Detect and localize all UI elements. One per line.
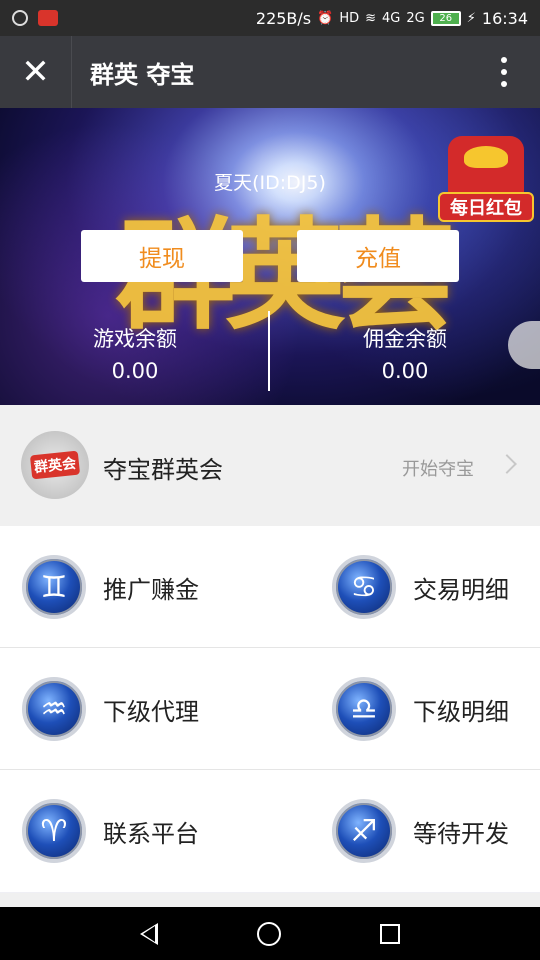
transaction-detail-item[interactable]: ♋ 交易明细 [310,526,540,648]
function-grid: ♊ 推广赚金 ♋ 交易明细 ♒ 下级代理 ♎ 下级明细 ♈ 联系平台 ♐ 等待开… [0,526,540,892]
close-button[interactable]: ✕ [0,36,72,108]
promote-earn-item[interactable]: ♊ 推广赚金 [0,526,270,648]
battery-icon: 26 [430,10,461,26]
title-bar: ✕ 群英 夺宝 [0,36,540,108]
grid-row: ♊ 推广赚金 ♋ 交易明细 [0,526,540,648]
coming-soon-item[interactable]: ♐ 等待开发 [310,770,540,892]
commission-balance-value: 0.00 [381,359,429,383]
grid-item-label: 下级明细 [413,698,509,726]
more-vertical-icon [501,57,507,87]
back-icon[interactable] [139,922,158,945]
battery-level: 26 [439,12,453,24]
grid-item-label: 交易明细 [413,576,509,604]
sub-detail-item[interactable]: ♎ 下级明细 [310,648,540,770]
grid-item-label: 等待开发 [413,820,509,848]
grid-row: ♈ 联系平台 ♐ 等待开发 [0,770,540,892]
group-logo-icon: 群英会 [21,431,89,499]
page-title: 群英 夺宝 [90,60,195,89]
sub-agent-item[interactable]: ♒ 下级代理 [0,648,270,770]
signal-4g-icon: 4G [382,10,401,26]
clock: 16:34 [481,8,528,28]
system-nav-bar [0,907,540,960]
status-right: 225B/s ⏰ HD ≋ 4G 2G 26 ⚡ 16:34 [256,9,528,28]
grid-row: ♒ 下级代理 ♎ 下级明细 [0,648,540,770]
treasure-entry-row[interactable]: 群英会 夺宝群英会 开始夺宝 [0,405,540,526]
charging-icon: ⚡ [466,10,476,26]
recent-apps-icon[interactable] [380,923,401,944]
game-balance-label: 游戏余额 [93,327,177,351]
gold-coins-icon [464,146,508,168]
withdraw-button[interactable]: 提现 [81,230,243,282]
status-left [12,10,58,26]
grid-item-label: 推广赚金 [103,576,199,604]
home-icon[interactable] [256,921,281,946]
entry-action: 开始夺宝 [402,459,474,480]
chevron-right-icon [497,454,517,474]
libra-icon: ♎ [332,677,396,741]
commission-balance-label: 佣金余额 [363,327,447,351]
sagittarius-icon: ♐ [332,799,396,863]
grid-item-label: 下级代理 [103,698,199,726]
red-packet-label: 每日红包 [438,192,534,222]
status-bar: 225B/s ⏰ HD ≋ 4G 2G 26 ⚡ 16:34 [0,0,540,36]
contact-platform-item[interactable]: ♈ 联系平台 [0,770,270,892]
network-speed: 225B/s [255,8,312,28]
close-icon: ✕ [21,52,50,92]
daily-red-packet-button[interactable]: 每日红包 [438,136,534,224]
game-balance: 游戏余额 0.00 [0,323,270,383]
grid-footer [0,893,540,907]
aquarius-icon: ♒ [22,677,86,741]
grid-item-label: 联系平台 [103,820,199,848]
more-button[interactable] [468,36,540,108]
wifi-icon: ≋ [365,10,377,26]
group-logo-text: 群英会 [29,450,81,480]
hd-icon: HD [339,10,360,26]
game-balance-value: 0.00 [111,359,159,383]
app-notification-icon [38,10,58,26]
cancer-icon: ♋ [332,555,396,619]
commission-balance: 佣金余额 0.00 [270,323,540,383]
aries-icon: ♈ [22,799,86,863]
brightness-icon [12,10,28,26]
alarm-icon: ⏰ [317,10,334,26]
signal-2g-icon: 2G [406,10,425,26]
recharge-button[interactable]: 充值 [297,230,459,282]
entry-title: 夺宝群英会 [103,456,223,484]
account-banner: 群英荟 夏天(ID:DJ5) 提现 充值 游戏余额 0.00 佣金余额 0.00… [0,108,540,405]
gemini-icon: ♊ [22,555,86,619]
